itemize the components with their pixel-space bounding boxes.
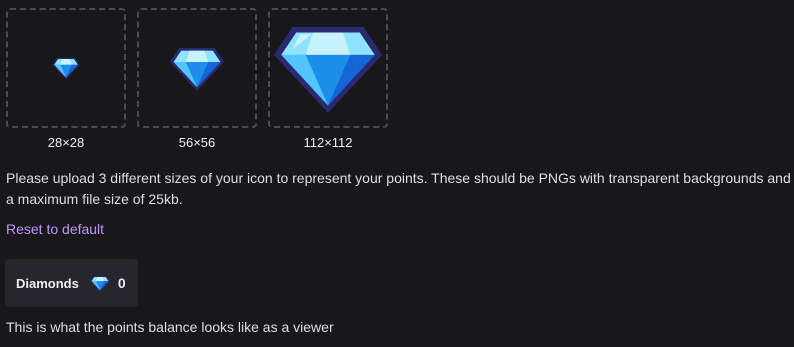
- points-balance-preview: Diamonds 0: [5, 259, 138, 307]
- diamond-icon: [169, 47, 225, 91]
- icon-upload-box-large[interactable]: [268, 8, 388, 128]
- diamond-icon: [90, 275, 110, 292]
- diamond-icon: [52, 57, 80, 80]
- icon-upload-row: 28×28 56×56 112×112: [6, 8, 388, 151]
- icon-size-label: 28×28: [47, 135, 85, 150]
- icon-upload-box-small[interactable]: [6, 8, 126, 128]
- icon-size-label: 112×112: [303, 135, 353, 150]
- channel-points-icon-settings: 28×28 56×56 112×112 Please upload 3 diff…: [0, 0, 794, 347]
- reset-to-default-link[interactable]: Reset to default: [6, 219, 104, 239]
- viewer-preview-note: This is what the points balance looks li…: [6, 319, 334, 335]
- icon-slot-medium: 56×56: [137, 8, 257, 151]
- upload-help-text: Please upload 3 different sizes of your …: [6, 170, 791, 207]
- points-balance-value: 0: [117, 275, 126, 291]
- icon-size-label: 56×56: [178, 135, 216, 150]
- icon-slot-large: 112×112: [268, 8, 388, 151]
- points-name: Diamonds: [16, 275, 79, 291]
- diamond-icon: [273, 26, 383, 113]
- icon-slot-small: 28×28: [6, 8, 126, 151]
- icon-upload-box-medium[interactable]: [137, 8, 257, 128]
